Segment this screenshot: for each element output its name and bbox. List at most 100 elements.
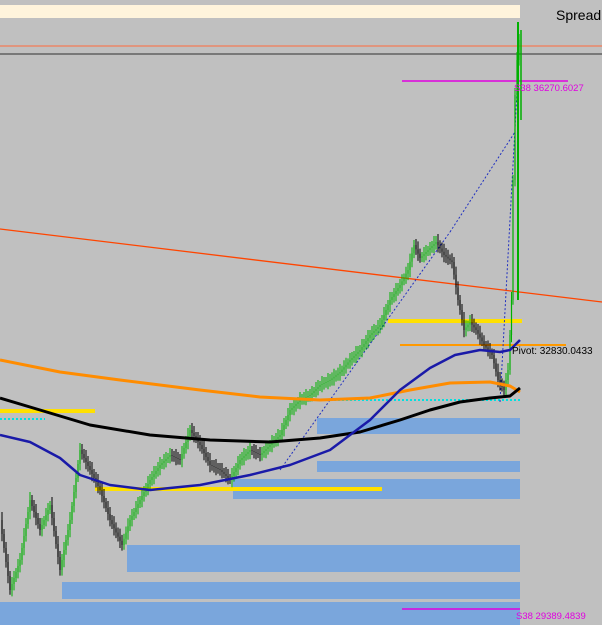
- candle-body: [77, 464, 79, 478]
- demand-zone: [62, 582, 520, 599]
- candle-body: [215, 467, 217, 468]
- candle-body: [285, 420, 287, 425]
- candle-body: [353, 356, 355, 358]
- candle-body: [377, 327, 379, 329]
- candle-body: [433, 244, 435, 246]
- candle-body: [395, 291, 397, 294]
- candle-body: [439, 245, 441, 249]
- candle-body: [307, 396, 309, 397]
- candle-body: [491, 352, 493, 355]
- candle-body: [361, 347, 363, 350]
- candle-body: [287, 415, 289, 420]
- candle-body: [333, 376, 335, 379]
- candle-body: [101, 490, 103, 496]
- candle-body: [510, 300, 513, 335]
- candle-body: [211, 465, 213, 466]
- candle-body: [263, 451, 265, 453]
- demand-zone: [127, 545, 520, 572]
- chart-header-title: Spread: [556, 7, 602, 23]
- candle-body: [79, 450, 81, 464]
- candle-body: [495, 363, 497, 372]
- candle-body: [325, 382, 327, 383]
- candle-body: [381, 320, 383, 325]
- candle-body: [429, 248, 431, 250]
- candle-body: [15, 572, 17, 578]
- candle-body: [435, 242, 437, 244]
- candle-body: [49, 505, 51, 510]
- candle-body: [121, 540, 123, 545]
- candle-body: [409, 261, 411, 270]
- candle-body: [47, 510, 49, 515]
- demand-zones: [0, 5, 520, 625]
- candle-body: [243, 456, 245, 458]
- candle-body: [21, 548, 23, 560]
- candle-body: [43, 520, 45, 525]
- candle-body: [193, 433, 195, 436]
- upper-target-label: S38 36270.6027: [514, 83, 584, 94]
- candle-body: [165, 459, 167, 461]
- candle-body: [45, 515, 47, 520]
- candle-body: [371, 333, 373, 335]
- candle-body: [253, 451, 255, 452]
- candle-body: [137, 504, 139, 508]
- candle-body: [217, 468, 219, 469]
- candle-body: [91, 470, 93, 474]
- candle-body: [319, 385, 321, 387]
- candle-body: [81, 450, 83, 454]
- demand-zone: [317, 418, 520, 434]
- candle-body: [281, 430, 283, 435]
- ma-orange: [0, 358, 521, 402]
- candle-body: [455, 274, 457, 288]
- candle-body: [265, 449, 267, 451]
- candles: [1, 22, 522, 597]
- pivot-label: Pivot: 32830.0433: [512, 346, 593, 357]
- candle-body: [163, 461, 165, 463]
- candle-body: [105, 502, 107, 508]
- candle-body: [379, 325, 381, 327]
- candle-body: [415, 245, 417, 250]
- candle-body: [403, 277, 405, 282]
- chart-area[interactable]: S38 36270.6027 Pivot: 32830.0433 S38 293…: [0, 0, 602, 625]
- candle-body: [203, 449, 205, 453]
- candle-body: [457, 287, 459, 300]
- candle-body: [51, 505, 53, 518]
- candle-body: [451, 260, 453, 262]
- candle-body: [297, 402, 299, 404]
- candle-body: [143, 492, 145, 496]
- candle-body: [453, 262, 455, 275]
- candle-body: [514, 95, 516, 180]
- candle-body: [99, 486, 101, 490]
- candle-body: [199, 442, 201, 445]
- demand-zone: [0, 602, 520, 625]
- candle-body: [345, 364, 347, 368]
- price-chart[interactable]: S38 36270.6027 Pivot: 32830.0433 S38 293…: [0, 0, 602, 625]
- candle-body: [167, 457, 169, 459]
- candle-body: [295, 404, 297, 406]
- candle-body: [11, 584, 13, 590]
- projection-line: [279, 231, 451, 471]
- candle-body: [277, 437, 279, 439]
- candle-body: [189, 430, 191, 436]
- candle-body: [39, 524, 41, 530]
- candle-body: [185, 442, 187, 448]
- candle-body: [469, 322, 471, 325]
- candle-body: [213, 466, 215, 467]
- candle-body: [289, 410, 291, 415]
- candle-body: [427, 250, 429, 252]
- candle-body: [87, 462, 89, 466]
- candle-body: [207, 457, 209, 461]
- candle-body: [149, 480, 151, 484]
- candle-body: [19, 560, 21, 566]
- candle-body: [355, 354, 357, 356]
- annotations: S38 36270.6027 Pivot: 32830.0433 S38 293…: [512, 83, 593, 622]
- candle-body: [157, 468, 159, 471]
- candle-body: [393, 294, 395, 297]
- candle-body: [347, 362, 349, 365]
- candle-body: [341, 369, 343, 372]
- candle-body: [57, 544, 59, 557]
- candle-body: [27, 512, 29, 524]
- candle-body: [373, 331, 375, 333]
- candle-body: [473, 324, 475, 328]
- candle-body: [131, 516, 133, 520]
- candle-body: [23, 536, 25, 548]
